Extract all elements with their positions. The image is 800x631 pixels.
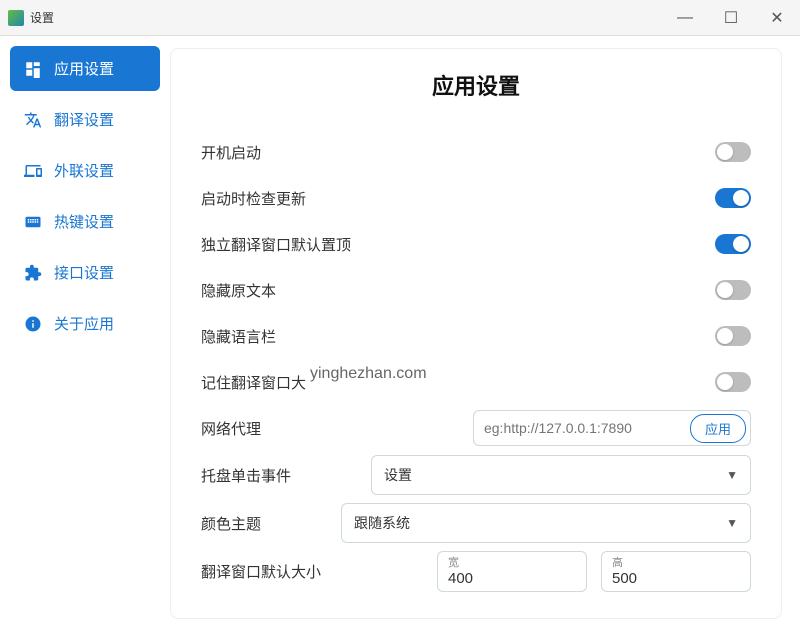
row-hide-source: 隐藏原文本 [201,267,751,313]
row-proxy: 网络代理 应用 [201,405,751,451]
tray-click-select[interactable]: 设置 ▼ [371,455,751,495]
titlebar: 设置 — ☐ ✕ [0,0,800,36]
row-pin-window: 独立翻译窗口默认置顶 [201,221,751,267]
row-label: 翻译窗口默认大小 [201,561,321,582]
hide-source-toggle[interactable] [715,280,751,300]
row-label: 隐藏语言栏 [201,326,276,347]
proxy-apply-button[interactable]: 应用 [690,414,746,443]
row-label: 隐藏原文本 [201,280,276,301]
width-field[interactable]: 宽 [437,551,587,592]
sidebar-item-api-settings[interactable]: 接口设置 [10,250,160,295]
row-label: 颜色主题 [201,513,261,534]
close-button[interactable]: ✕ [754,0,800,36]
extension-icon [24,264,42,282]
settings-panel: 应用设置 开机启动 启动时检查更新 独立翻译窗口默认置顶 隐藏原文本 隐藏语言栏… [170,48,782,619]
minimize-button[interactable]: — [662,0,708,36]
translate-icon [24,111,42,129]
startup-toggle[interactable] [715,142,751,162]
row-label: 网络代理 [201,418,261,439]
sidebar-item-label: 外联设置 [54,160,114,181]
panel-heading: 应用设置 [201,69,751,101]
sidebar-item-label: 翻译设置 [54,109,114,130]
height-caption: 高 [612,554,740,570]
window-controls: — ☐ ✕ [662,0,800,36]
sidebar-item-label: 接口设置 [54,262,114,283]
remember-size-toggle[interactable] [715,372,751,392]
row-hide-langbar: 隐藏语言栏 [201,313,751,359]
row-tray-click: 托盘单击事件 设置 ▼ [201,451,751,499]
sidebar-item-label: 关于应用 [54,313,114,334]
row-label: 记住翻译窗口大 [201,372,306,393]
height-field[interactable]: 高 [601,551,751,592]
keyboard-icon [24,213,42,231]
hide-langbar-toggle[interactable] [715,326,751,346]
height-input[interactable] [612,570,740,587]
row-theme: 颜色主题 跟随系统 ▼ [201,499,751,547]
devices-icon [24,162,42,180]
maximize-button[interactable]: ☐ [708,0,754,36]
app-icon [8,10,24,26]
sidebar-item-about[interactable]: 关于应用 [10,301,160,346]
check-update-toggle[interactable] [715,188,751,208]
sidebar-item-app-settings[interactable]: 应用设置 [10,46,160,91]
width-input[interactable] [448,570,576,587]
sidebar-item-hotkey-settings[interactable]: 热键设置 [10,199,160,244]
row-default-size: 翻译窗口默认大小 宽 高 [201,547,751,596]
sidebar: 应用设置 翻译设置 外联设置 热键设置 接口设置 关于应用 [0,36,170,631]
select-value: 跟随系统 [354,513,410,533]
row-label: 托盘单击事件 [201,465,291,486]
theme-select[interactable]: 跟随系统 ▼ [341,503,751,543]
caret-down-icon: ▼ [726,516,738,530]
width-caption: 宽 [448,554,576,570]
info-icon [24,315,42,333]
select-value: 设置 [384,465,412,485]
row-remember-size: 记住翻译窗口大 [201,359,751,405]
dashboard-icon [24,60,42,78]
sidebar-item-label: 应用设置 [54,58,114,79]
caret-down-icon: ▼ [726,468,738,482]
proxy-input[interactable] [484,420,684,436]
pin-window-toggle[interactable] [715,234,751,254]
sidebar-item-translate-settings[interactable]: 翻译设置 [10,97,160,142]
row-label: 独立翻译窗口默认置顶 [201,234,351,255]
window-title: 设置 [30,9,54,26]
row-startup: 开机启动 [201,129,751,175]
row-check-update: 启动时检查更新 [201,175,751,221]
row-label: 启动时检查更新 [201,188,306,209]
row-label: 开机启动 [201,142,261,163]
sidebar-item-external-settings[interactable]: 外联设置 [10,148,160,193]
sidebar-item-label: 热键设置 [54,211,114,232]
